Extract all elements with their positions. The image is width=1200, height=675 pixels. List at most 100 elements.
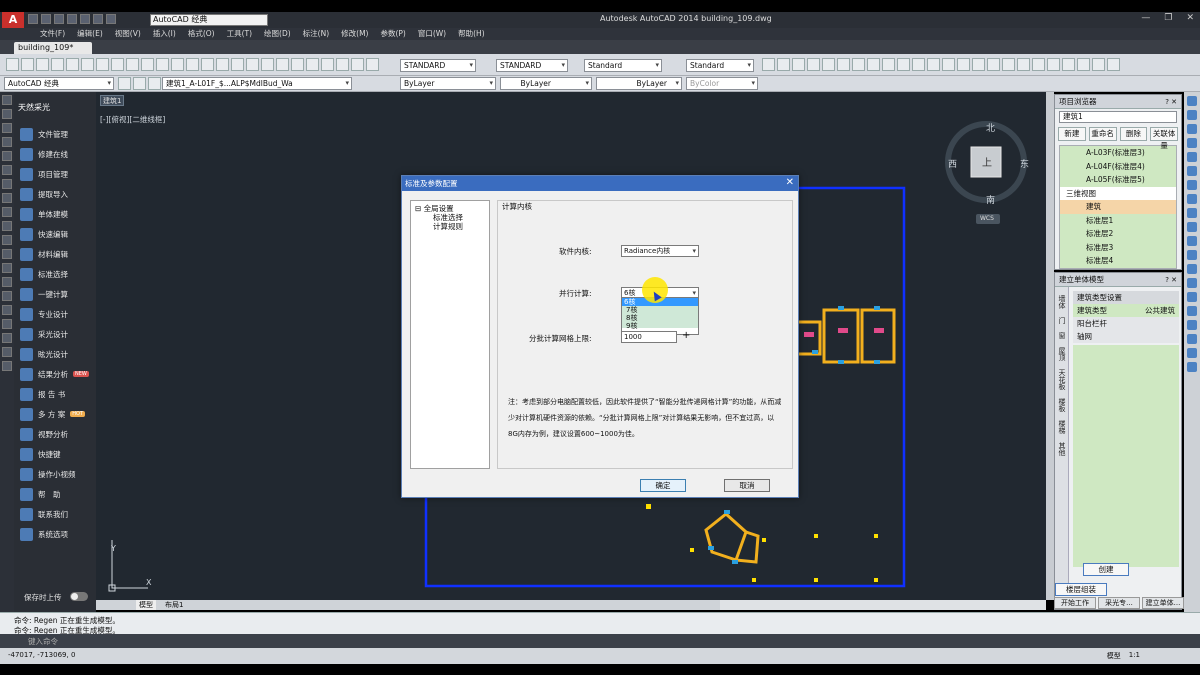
- minimize-button[interactable]: —: [1141, 13, 1150, 23]
- menu-file[interactable]: 文件(F): [34, 28, 71, 40]
- dim-style-select[interactable]: STANDARD: [496, 59, 568, 72]
- menu-one-click-calc[interactable]: 一键计算: [20, 286, 68, 302]
- tree-item[interactable]: A-L05F(标准层5): [1060, 173, 1176, 187]
- color-select[interactable]: ByLayer: [400, 77, 496, 90]
- tool-icon[interactable]: [96, 58, 109, 71]
- undo-icon[interactable]: [93, 14, 103, 24]
- tab-daylight-pro[interactable]: 采光专...: [1098, 597, 1140, 609]
- open-icon[interactable]: [41, 14, 51, 24]
- plotstyle-select[interactable]: ByColor: [686, 77, 758, 90]
- menu-file-manage[interactable]: 文件管理: [20, 126, 68, 142]
- tool-icon[interactable]: [231, 58, 244, 71]
- tool-icon[interactable]: [306, 58, 319, 71]
- spline-icon[interactable]: [2, 207, 12, 217]
- tool-icon[interactable]: [111, 58, 124, 71]
- tool-icon[interactable]: [972, 58, 985, 71]
- layer-select[interactable]: 建筑1_A-L01F_$...ALP$MdlBud_Wa: [162, 77, 352, 90]
- vtab-slab[interactable]: 楼板: [1057, 398, 1067, 412]
- saveas-icon[interactable]: [67, 14, 77, 24]
- menu-format[interactable]: 格式(O): [182, 28, 221, 40]
- explode-icon[interactable]: [1187, 306, 1197, 316]
- polygon-icon[interactable]: [2, 137, 12, 147]
- tool-icon[interactable]: [777, 58, 790, 71]
- model-space-button[interactable]: 模型: [1107, 651, 1121, 661]
- vertical-scrollbar[interactable]: [1046, 92, 1054, 600]
- tool-icon[interactable]: [1187, 348, 1197, 358]
- option-8core[interactable]: 8核: [624, 314, 698, 322]
- tool-icon[interactable]: [1187, 362, 1197, 372]
- line-icon[interactable]: [2, 95, 12, 105]
- row-building-type[interactable]: 建筑类型 公共建筑: [1073, 304, 1179, 317]
- drawing-tab[interactable]: 建筑1: [100, 95, 124, 106]
- tool-icon[interactable]: [942, 58, 955, 71]
- tool-icon[interactable]: [1017, 58, 1030, 71]
- rectangle-icon[interactable]: [2, 151, 12, 161]
- vtab-door[interactable]: 门: [1057, 317, 1067, 324]
- tool-icon[interactable]: [1092, 58, 1105, 71]
- menu-edit[interactable]: 编辑(E): [71, 28, 109, 40]
- menu-draw[interactable]: 绘图(D): [258, 28, 297, 40]
- tool-icon[interactable]: [1002, 58, 1015, 71]
- tool-icon[interactable]: [867, 58, 880, 71]
- menu-pro-design[interactable]: 专业设计: [20, 306, 68, 322]
- tool-icon[interactable]: [1032, 58, 1045, 71]
- tool-icon[interactable]: [246, 58, 259, 71]
- workspace-select[interactable]: AutoCAD 经典: [150, 14, 268, 26]
- group-axis[interactable]: 轴网: [1073, 330, 1179, 343]
- tool-icon[interactable]: [957, 58, 970, 71]
- tool-icon[interactable]: [897, 58, 910, 71]
- break-icon[interactable]: [1187, 250, 1197, 260]
- group-railing[interactable]: 阳台栏杆: [1073, 317, 1179, 330]
- array-icon[interactable]: [1187, 152, 1197, 162]
- linetype-select[interactable]: ByLayer: [500, 77, 592, 90]
- link-mass-button[interactable]: 关联体量: [1150, 127, 1178, 150]
- tool-icon[interactable]: [1187, 320, 1197, 330]
- compass-east[interactable]: 东: [1020, 157, 1029, 170]
- tool-icon[interactable]: [148, 77, 161, 90]
- coordinate-readout[interactable]: -47017, -713069, 0: [8, 651, 75, 659]
- lineweight-select[interactable]: ByLayer: [596, 77, 682, 90]
- new-icon[interactable]: [28, 14, 38, 24]
- cloud-icon[interactable]: [2, 193, 12, 203]
- rename-button[interactable]: 重命名: [1088, 127, 1117, 141]
- vtab-wall[interactable]: 墙体: [1057, 295, 1067, 309]
- tool-icon[interactable]: [351, 58, 364, 71]
- table-icon[interactable]: [2, 333, 12, 343]
- menu-multi-scheme[interactable]: 多 方 案 HOT: [20, 406, 86, 422]
- tree-item[interactable]: 标准层4: [1060, 254, 1176, 268]
- menu-dimension[interactable]: 标注(N): [297, 28, 335, 40]
- tool-icon[interactable]: [171, 58, 184, 71]
- panel-close-icon[interactable]: ? ✕: [1165, 273, 1177, 287]
- layout1-tab[interactable]: 布局1: [162, 600, 186, 610]
- panel-close-icon[interactable]: ? ✕: [1165, 95, 1177, 109]
- circle-icon[interactable]: [2, 179, 12, 189]
- tool-icon[interactable]: [321, 58, 334, 71]
- save-icon[interactable]: [54, 14, 64, 24]
- ellipse-icon[interactable]: [2, 221, 12, 231]
- option-9core[interactable]: 9核: [624, 322, 698, 330]
- tool-icon[interactable]: [366, 58, 379, 71]
- tool-icon[interactable]: [336, 58, 349, 71]
- xline-icon[interactable]: [2, 109, 12, 119]
- menu-view[interactable]: 视图(V): [109, 28, 147, 40]
- save-upload-toggle[interactable]: [70, 592, 88, 601]
- arc-icon[interactable]: [2, 165, 12, 175]
- fillet-icon[interactable]: [1187, 292, 1197, 302]
- menu-standard-select[interactable]: 标准选择: [20, 266, 68, 282]
- erase-icon[interactable]: [1187, 96, 1197, 106]
- tool-icon[interactable]: [927, 58, 940, 71]
- make-block-icon[interactable]: [2, 263, 12, 273]
- polyline-icon[interactable]: [2, 123, 12, 133]
- trim-icon[interactable]: [1187, 222, 1197, 232]
- menu-shortcut[interactable]: 快捷键: [20, 446, 61, 462]
- region-icon[interactable]: [2, 319, 12, 329]
- compass-north[interactable]: 北: [986, 121, 995, 134]
- scale-icon[interactable]: [1187, 194, 1197, 204]
- tool-icon[interactable]: [6, 58, 19, 71]
- tool-icon[interactable]: [51, 58, 64, 71]
- tree-item[interactable]: 标准层3: [1060, 240, 1176, 254]
- tool-icon[interactable]: [291, 58, 304, 71]
- menu-daylight-design[interactable]: 采光设计: [20, 326, 68, 342]
- rotate-icon[interactable]: [1187, 180, 1197, 190]
- menu-help-item[interactable]: 帮 助: [20, 486, 61, 502]
